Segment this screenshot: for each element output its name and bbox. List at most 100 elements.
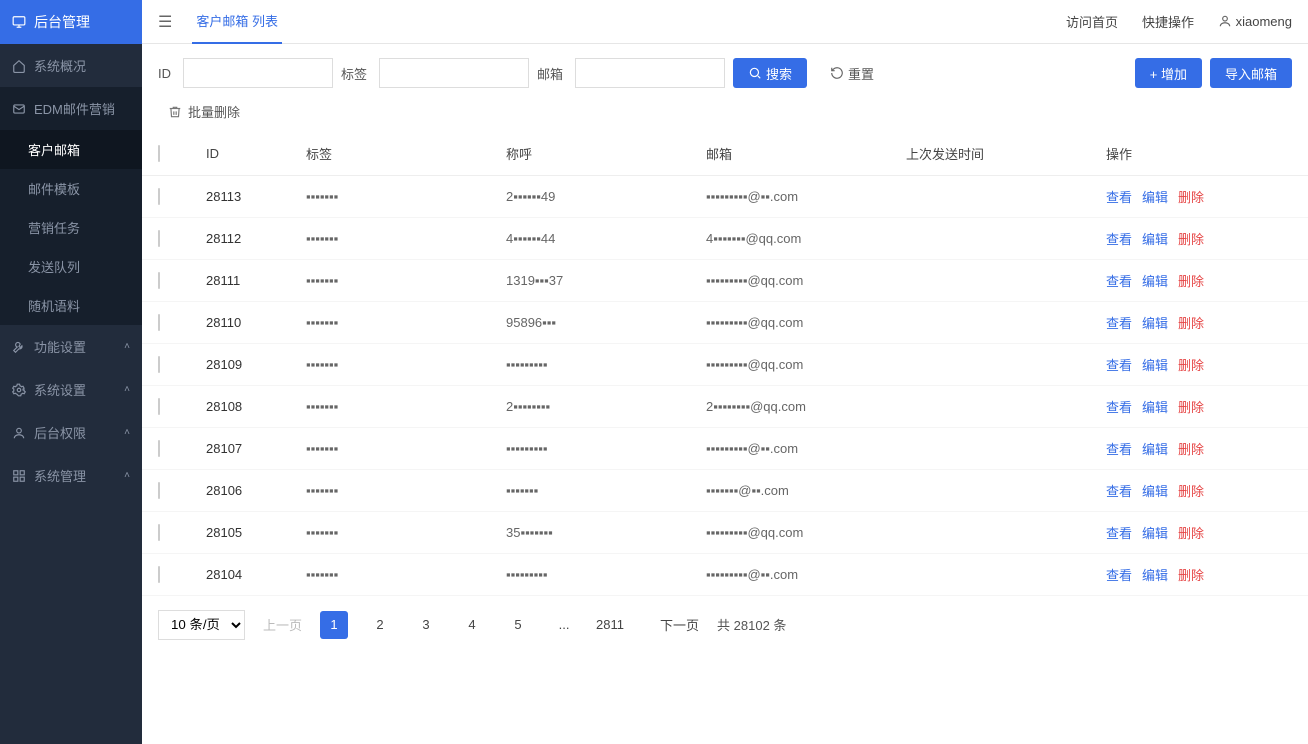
action-view[interactable]: 查看 — [1106, 565, 1132, 584]
page-2811[interactable]: 2811 — [596, 611, 624, 639]
input-id[interactable] — [183, 58, 333, 88]
action-delete[interactable]: 删除 — [1178, 439, 1204, 458]
row-checkbox[interactable] — [158, 524, 160, 541]
sidebar-item-label: 系统管理 — [34, 466, 86, 485]
main: ☰ 客户邮箱 列表 访问首页 快捷操作 xiaomeng ID 标签 邮箱 搜索 — [142, 0, 1308, 744]
search-button[interactable]: 搜索 — [733, 58, 807, 88]
action-view[interactable]: 查看 — [1106, 271, 1132, 290]
cell-email: 4▪▪▪▪▪▪▪@qq.com — [706, 231, 906, 246]
action-delete[interactable]: 删除 — [1178, 481, 1204, 500]
cell-id: 28104 — [206, 567, 306, 582]
action-delete[interactable]: 删除 — [1178, 271, 1204, 290]
page-next[interactable]: 下一页 — [660, 611, 699, 639]
action-view[interactable]: 查看 — [1106, 439, 1132, 458]
reset-button[interactable]: 重置 — [815, 58, 889, 88]
action-view[interactable]: 查看 — [1106, 229, 1132, 248]
sidebar-subitem-0[interactable]: 客户邮箱 — [0, 130, 142, 169]
cell-nick: 95896▪▪▪ — [506, 315, 706, 330]
row-checkbox[interactable] — [158, 188, 160, 205]
page-2[interactable]: 2 — [366, 611, 394, 639]
page-1[interactable]: 1 — [320, 611, 348, 639]
row-checkbox[interactable] — [158, 356, 160, 373]
input-tag[interactable] — [379, 58, 529, 88]
hamburger-icon[interactable]: ☰ — [158, 12, 172, 32]
cell-id: 28105 — [206, 525, 306, 540]
action-edit[interactable]: 编辑 — [1142, 397, 1168, 416]
page-size-select[interactable]: 10 条/页 — [158, 610, 245, 640]
user-name: xiaomeng — [1236, 14, 1292, 29]
add-button[interactable]: + 增加 — [1135, 58, 1202, 88]
chevron-icon: ˄ — [124, 384, 130, 395]
row-checkbox[interactable] — [158, 566, 160, 583]
page-5[interactable]: 5 — [504, 611, 532, 639]
search-label: 搜索 — [766, 64, 792, 83]
row-checkbox[interactable] — [158, 272, 160, 289]
action-view[interactable]: 查看 — [1106, 523, 1132, 542]
sidebar-item-2[interactable]: 功能设置˄ — [0, 325, 142, 368]
cell-nick: ▪▪▪▪▪▪▪ — [506, 483, 706, 498]
sidebar-item-3[interactable]: 系统设置˄ — [0, 368, 142, 411]
sidebar-item-1[interactable]: EDM邮件营销 — [0, 87, 142, 130]
link-quick[interactable]: 快捷操作 — [1142, 12, 1194, 31]
action-edit[interactable]: 编辑 — [1142, 271, 1168, 290]
action-delete[interactable]: 删除 — [1178, 397, 1204, 416]
sidebar-subitem-1[interactable]: 邮件模板 — [0, 169, 142, 208]
cell-nick: 4▪▪▪▪▪▪44 — [506, 231, 706, 246]
action-view[interactable]: 查看 — [1106, 397, 1132, 416]
table-header: ID 标签 称呼 邮箱 上次发送时间 操作 — [142, 132, 1308, 176]
action-edit[interactable]: 编辑 — [1142, 523, 1168, 542]
action-delete[interactable]: 删除 — [1178, 187, 1204, 206]
cell-tag: ▪▪▪▪▪▪▪ — [306, 525, 506, 540]
sidebar-item-5[interactable]: 系统管理˄ — [0, 454, 142, 497]
cell-email: ▪▪▪▪▪▪▪▪▪@▪▪.com — [706, 189, 906, 204]
action-view[interactable]: 查看 — [1106, 481, 1132, 500]
trash-icon — [168, 105, 182, 119]
cell-actions: 查看编辑删除 — [1106, 523, 1266, 542]
page-3[interactable]: 3 — [412, 611, 440, 639]
tab-current[interactable]: 客户邮箱 列表 — [192, 0, 282, 44]
checkbox-all[interactable] — [158, 145, 160, 162]
page-prev[interactable]: 上一页 — [263, 611, 302, 639]
action-view[interactable]: 查看 — [1106, 313, 1132, 332]
action-delete[interactable]: 删除 — [1178, 355, 1204, 374]
cell-id: 28108 — [206, 399, 306, 414]
action-view[interactable]: 查看 — [1106, 187, 1132, 206]
row-checkbox[interactable] — [158, 482, 160, 499]
topbar-right: 访问首页 快捷操作 xiaomeng — [1066, 12, 1292, 31]
action-delete[interactable]: 删除 — [1178, 229, 1204, 248]
row-checkbox[interactable] — [158, 314, 160, 331]
row-checkbox[interactable] — [158, 230, 160, 247]
action-view[interactable]: 查看 — [1106, 355, 1132, 374]
action-delete[interactable]: 删除 — [1178, 313, 1204, 332]
page-4[interactable]: 4 — [458, 611, 486, 639]
action-edit[interactable]: 编辑 — [1142, 229, 1168, 248]
action-edit[interactable]: 编辑 — [1142, 481, 1168, 500]
action-edit[interactable]: 编辑 — [1142, 565, 1168, 584]
row-checkbox[interactable] — [158, 440, 160, 457]
action-delete[interactable]: 删除 — [1178, 523, 1204, 542]
th-ops: 操作 — [1106, 144, 1266, 163]
import-button[interactable]: 导入邮箱 — [1210, 58, 1292, 88]
sidebar-item-label: 后台权限 — [34, 423, 86, 442]
row-checkbox[interactable] — [158, 398, 160, 415]
action-delete[interactable]: 删除 — [1178, 565, 1204, 584]
cell-actions: 查看编辑删除 — [1106, 439, 1266, 458]
cell-actions: 查看编辑删除 — [1106, 397, 1266, 416]
action-edit[interactable]: 编辑 — [1142, 187, 1168, 206]
page-...[interactable]: ... — [550, 611, 578, 639]
cell-tag: ▪▪▪▪▪▪▪ — [306, 567, 506, 582]
action-edit[interactable]: 编辑 — [1142, 439, 1168, 458]
sidebar-item-4[interactable]: 后台权限˄ — [0, 411, 142, 454]
sidebar-subitem-3[interactable]: 发送队列 — [0, 247, 142, 286]
sidebar-subitem-4[interactable]: 随机语料 — [0, 286, 142, 325]
bulk-delete-button[interactable]: 批量删除 — [168, 102, 240, 121]
input-email[interactable] — [575, 58, 725, 88]
action-edit[interactable]: 编辑 — [1142, 355, 1168, 374]
sidebar-subitem-2[interactable]: 营销任务 — [0, 208, 142, 247]
sidebar-item-0[interactable]: 系统概况 — [0, 44, 142, 87]
cell-actions: 查看编辑删除 — [1106, 229, 1266, 248]
cell-email: ▪▪▪▪▪▪▪▪▪@qq.com — [706, 357, 906, 372]
user-menu[interactable]: xiaomeng — [1218, 14, 1292, 29]
link-home[interactable]: 访问首页 — [1066, 12, 1118, 31]
action-edit[interactable]: 编辑 — [1142, 313, 1168, 332]
